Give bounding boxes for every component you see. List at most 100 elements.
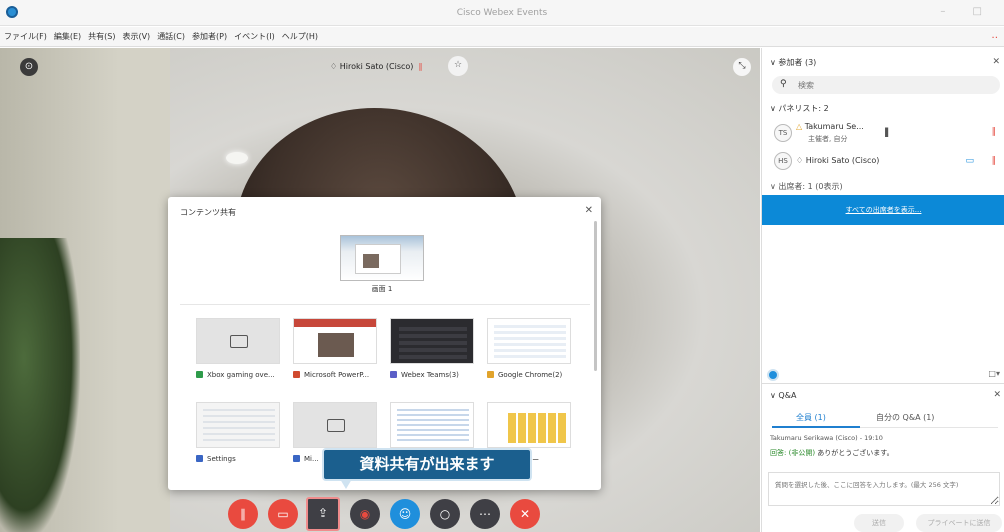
app-icon: [293, 371, 300, 378]
app-thumbnail-content: [494, 325, 566, 359]
screen-1-thumbnail[interactable]: [340, 235, 424, 281]
app-label: Settings: [196, 455, 280, 463]
search-icon: ⚲: [780, 79, 787, 89]
show-all-attendees-link[interactable]: すべての出席者を表示...: [762, 195, 1004, 225]
app-thumbnail-content: [203, 409, 275, 443]
qa-answer: 回答: (非公開) ありがとうございます。: [770, 448, 894, 458]
host-icon: △: [796, 122, 805, 131]
send-button[interactable]: 送信: [854, 514, 904, 532]
app-label-text: Google Chrome(2): [498, 371, 563, 379]
app-label-text: Xbox gaming ove...: [207, 371, 275, 379]
panelists-header[interactable]: ∨ パネリスト: 2: [770, 103, 829, 114]
tab-all[interactable]: 全員 (1): [796, 412, 826, 423]
meeting-toolbar: ∥ ▭ ⇪ ◉ ☺ ○ ⋯ ✕: [228, 497, 548, 532]
qa-answer-input[interactable]: [768, 472, 1000, 506]
stop-video-icon[interactable]: ▭: [268, 499, 298, 529]
participants-header[interactable]: ∨ 参加者 (3): [770, 57, 816, 68]
app-label: Webex Teams(3): [390, 371, 474, 379]
video-settings-icon[interactable]: ⊙: [20, 58, 38, 76]
tab-my-qa[interactable]: 自分の Q&A (1): [876, 412, 934, 423]
menu-call[interactable]: 通話(C): [153, 27, 188, 42]
panelist-name: ♢ Hiroki Sato (Cisco): [796, 156, 879, 165]
mute-mic-icon[interactable]: ∥: [228, 499, 258, 529]
app-thumbnail: [487, 318, 571, 364]
menu-file[interactable]: ファイル(F): [0, 27, 50, 42]
app-tile[interactable]: Google Chrome(2): [487, 318, 571, 379]
app-tile[interactable]: Settings: [196, 402, 280, 463]
app-thumbnail: [293, 318, 377, 364]
app-thumbnail-content: [318, 333, 354, 357]
app-icon: [196, 455, 203, 462]
layout-icon[interactable]: ⤡: [733, 58, 751, 76]
app-tile[interactable]: Webex Teams(3): [390, 318, 474, 379]
menu-event[interactable]: イベント(I): [230, 27, 278, 42]
app-label-text: Settings: [207, 455, 236, 463]
side-panel: ∨ 参加者 (3) ✕ ⚲ ∨ パネリスト: 2 TS △ Takumaru S…: [761, 48, 1004, 532]
app-thumbnail: [487, 402, 571, 448]
attendees-header-label: 出席者: 1 (0表示): [778, 182, 843, 191]
more-options-icon[interactable]: ⋯: [470, 499, 500, 529]
qa-answer-text: ありがとうございます。: [817, 449, 894, 457]
avatar: HS: [774, 152, 792, 170]
status-icon[interactable]: [767, 369, 779, 381]
app-label: Microsoft PowerP...: [293, 371, 377, 379]
app-thumbnail: [390, 318, 474, 364]
search-input[interactable]: [798, 76, 988, 94]
qa-answer-prefix: 回答:: [770, 449, 787, 457]
menu-help[interactable]: ヘルプ(H): [278, 27, 321, 42]
panelist-name-text: Takumaru Se...: [804, 122, 864, 131]
menu-participants[interactable]: 参加者(P): [188, 27, 230, 42]
record-icon[interactable]: ◉: [350, 499, 380, 529]
window-title: Cisco Webex Events: [456, 8, 548, 18]
app-icon: [293, 455, 300, 462]
panelist-mic-icon[interactable]: ∥: [992, 156, 997, 166]
qa-section: ∨ Q&A ✕ 全員 (1) 自分の Q&A (1) Takumaru Seri…: [762, 383, 1004, 532]
panelist-name: △ Takumaru Se...: [796, 122, 864, 131]
app-thumbnail: [390, 402, 474, 448]
chat-icon[interactable]: ○: [430, 499, 460, 529]
menu-share[interactable]: 共有(S): [84, 27, 118, 42]
video-background-plant: [0, 238, 80, 532]
attendees-header[interactable]: ∨ 出席者: 1 (0表示): [770, 181, 843, 192]
dialog-scrollbar[interactable]: [594, 221, 597, 371]
window-controls[interactable]: – □: [940, 6, 994, 17]
panelist-mic-icon[interactable]: ∥: [992, 127, 997, 137]
close-icon[interactable]: ✕: [993, 390, 1001, 400]
app-thumbnail: [196, 318, 280, 364]
app-icon: [196, 371, 203, 378]
app-icon: [390, 371, 397, 378]
callout-arrow: [340, 479, 352, 489]
app-thumbnail: [196, 402, 280, 448]
content-share-dialog: コンテンツ共有 ✕ 画面 1 Xbox gaming ove... Microso…: [168, 197, 601, 490]
user-icon: ♢: [796, 156, 806, 165]
app-tile[interactable]: Xbox gaming ove...: [196, 318, 280, 379]
qa-header[interactable]: ∨ Q&A: [770, 391, 796, 400]
share-content-icon[interactable]: ⇪: [306, 497, 340, 531]
menu-edit[interactable]: 編集(E): [50, 27, 84, 42]
pin-icon[interactable]: ☆: [448, 56, 468, 76]
app-thumbnail-content: [397, 409, 469, 443]
close-icon[interactable]: ✕: [585, 205, 593, 216]
qa-asker: Takumaru Serikawa (Cisco) - 19:10: [770, 434, 883, 442]
qa-header-label: Q&A: [778, 391, 797, 400]
speaker-mic-icon: ∥: [418, 62, 423, 71]
active-speaker-name: Hiroki Sato (Cisco): [339, 62, 414, 71]
participants-icon[interactable]: ☺: [390, 499, 420, 529]
panelists-header-label: パネリスト: 2: [778, 104, 829, 113]
app-thumbnail-content: [399, 327, 467, 359]
video-on-icon: ▭: [965, 156, 974, 166]
active-tab-indicator: [772, 426, 860, 428]
search-box: ⚲: [772, 76, 1000, 94]
screen-thumb-video: [363, 254, 379, 268]
app-tile[interactable]: Microsoft PowerP...: [293, 318, 377, 379]
menu-view[interactable]: 表示(V): [118, 27, 153, 42]
leave-meeting-icon[interactable]: ✕: [510, 499, 540, 529]
app-label-text: Mi...: [304, 455, 319, 463]
audio-level-icon: ▐: [882, 128, 889, 137]
close-icon[interactable]: ✕: [992, 57, 1000, 67]
screen-1-label: 画面 1: [371, 285, 393, 293]
qa-answer-tag: (非公開): [788, 449, 816, 457]
app-label-text: Webex Teams(3): [401, 371, 459, 379]
panel-options-icon[interactable]: □▾: [988, 369, 1000, 378]
send-private-button[interactable]: プライベートに送信: [916, 514, 1002, 532]
